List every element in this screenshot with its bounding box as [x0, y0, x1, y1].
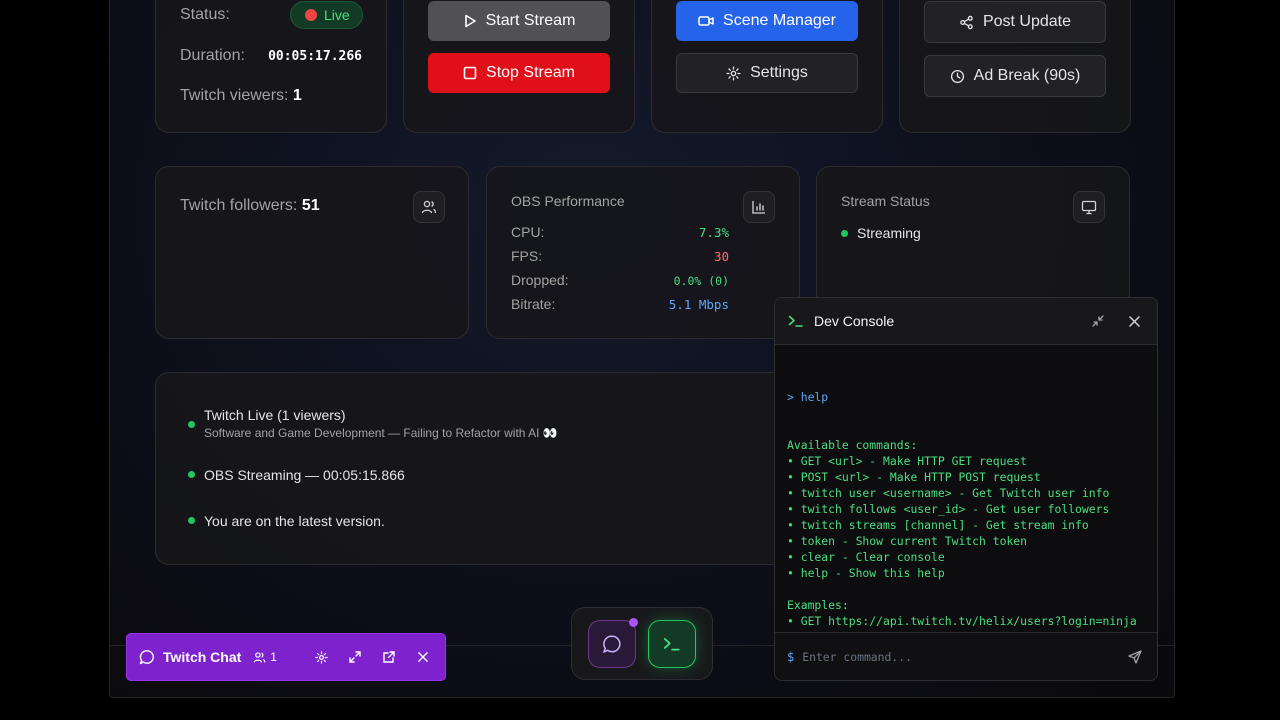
chat-close-icon[interactable] — [413, 647, 433, 667]
dev-console: Dev Console > help Available commands: • … — [774, 297, 1158, 681]
viewers-row: Twitch viewers: 1 — [180, 87, 302, 104]
share-icon — [960, 15, 973, 29]
console-line: • help - Show this help — [787, 566, 945, 580]
activity-item: You are on the latest version. — [188, 513, 385, 529]
stop-stream-button[interactable]: Stop Stream — [428, 53, 610, 93]
streaming-indicator: Streaming — [841, 225, 921, 241]
duration-label: Duration: — [180, 47, 245, 64]
play-icon — [464, 14, 476, 28]
terminal-icon — [788, 315, 803, 327]
actions-card: Post Update Ad Break (90s) — [899, 0, 1131, 133]
chat-settings-icon[interactable] — [311, 647, 331, 667]
console-line: • token - Show current Twitch token — [787, 534, 1028, 548]
chat-title: Twitch Chat — [163, 649, 242, 665]
obs-title: OBS Performance — [511, 193, 625, 209]
console-prompt: $ — [787, 649, 795, 664]
stream-status-title: Stream Status — [841, 193, 930, 209]
fps-label: FPS: — [511, 248, 543, 264]
console-line: • POST <url> - Make HTTP POST request — [787, 470, 1041, 484]
console-line: • GET https://api.twitch.tv/helix/users?… — [787, 614, 1137, 628]
obs-performance-card: OBS Performance CPU: 7.3% FPS: 30 Droppe… — [486, 166, 800, 339]
console-header: Dev Console — [775, 298, 1157, 345]
stop-icon — [463, 66, 477, 80]
console-line: • twitch user <username> - Get Twitch us… — [787, 486, 1110, 500]
console-line: • clear - Clear console — [787, 550, 945, 564]
clock-icon — [950, 69, 964, 83]
cpu-label: CPU: — [511, 224, 545, 240]
fps-value: 30 — [713, 249, 729, 264]
scene-card: Scene Manager Settings — [651, 0, 883, 133]
dropped-value: 0.0% (0) — [673, 274, 729, 288]
chat-user-count: 1 — [253, 650, 277, 664]
followers-count: 51 — [301, 197, 320, 214]
duration-value: 00:05:17.266 — [268, 49, 362, 64]
streaming-dot-icon — [841, 229, 848, 237]
console-input-bar: $ — [775, 632, 1157, 680]
live-dot-icon — [305, 9, 317, 21]
followers-row: Twitch followers: 51 — [180, 197, 320, 214]
viewers-count: 1 — [292, 87, 302, 104]
twitch-chat-bar[interactable]: Twitch Chat 1 — [127, 634, 445, 680]
status-label: Status: — [180, 6, 230, 23]
chat-bubble-icon — [139, 650, 154, 665]
dropped-label: Dropped: — [511, 272, 569, 288]
bitrate-label: Bitrate: — [511, 296, 556, 312]
status-card: Status: Live Duration: 00:05:17.266 Twit… — [155, 0, 387, 133]
bottom-dock — [571, 607, 713, 680]
notification-dot-icon — [629, 617, 638, 627]
users-icon — [253, 651, 266, 663]
console-line: Examples: — [787, 598, 849, 612]
minimize-icon[interactable] — [1088, 311, 1108, 331]
console-lines: Available commands: • GET <url> - Make HT… — [787, 437, 1145, 661]
console-title: Dev Console — [814, 313, 895, 329]
console-line: • twitch follows <user_id> - Get user fo… — [787, 502, 1110, 516]
monitor-icon — [1081, 200, 1097, 215]
followers-card: Twitch followers: 51 — [155, 166, 469, 339]
followers-icon-button[interactable] — [413, 191, 445, 223]
console-toggle-button[interactable] — [648, 619, 696, 668]
cpu-value: 7.3% — [698, 225, 729, 240]
users-icon — [421, 200, 437, 214]
send-icon[interactable] — [1125, 647, 1145, 667]
console-command-input[interactable] — [802, 649, 1117, 664]
console-output: > help Available commands: • GET <url> - … — [775, 345, 1157, 680]
obs-icon-button[interactable] — [743, 191, 775, 223]
chat-bubble-icon — [603, 634, 621, 653]
chat-expand-icon[interactable] — [345, 647, 365, 667]
post-update-button[interactable]: Post Update — [924, 1, 1106, 43]
settings-button[interactable]: Settings — [676, 53, 858, 93]
ad-break-button[interactable]: Ad Break (90s) — [924, 55, 1106, 97]
terminal-icon — [663, 637, 680, 650]
activity-item: OBS Streaming — 00:05:15.866 — [188, 467, 405, 483]
activity-item: Twitch Live (1 viewers) Software and Gam… — [188, 407, 558, 440]
chat-toggle-button[interactable] — [588, 617, 638, 668]
close-icon[interactable] — [1124, 311, 1144, 331]
console-command: > help — [787, 390, 829, 404]
activity-dot-icon — [188, 471, 195, 478]
console-line: Available commands: — [787, 438, 918, 452]
activity-dot-icon — [188, 421, 195, 428]
bitrate-value: 5.1 Mbps — [668, 297, 729, 312]
stream-status-icon-button[interactable] — [1073, 191, 1105, 223]
stream-control-card: Start Stream Stop Stream — [403, 0, 635, 133]
gear-icon — [726, 65, 741, 81]
video-icon — [698, 16, 714, 26]
console-line: • GET <url> - Make HTTP GET request — [787, 454, 1028, 468]
scene-manager-button[interactable]: Scene Manager — [676, 1, 858, 41]
chat-popout-icon[interactable] — [379, 647, 399, 667]
live-badge: Live — [290, 1, 363, 29]
console-line: • twitch streams [channel] - Get stream … — [787, 518, 1089, 532]
activity-dot-icon — [188, 517, 195, 524]
bar-chart-icon — [752, 201, 765, 214]
start-stream-button[interactable]: Start Stream — [428, 1, 610, 41]
